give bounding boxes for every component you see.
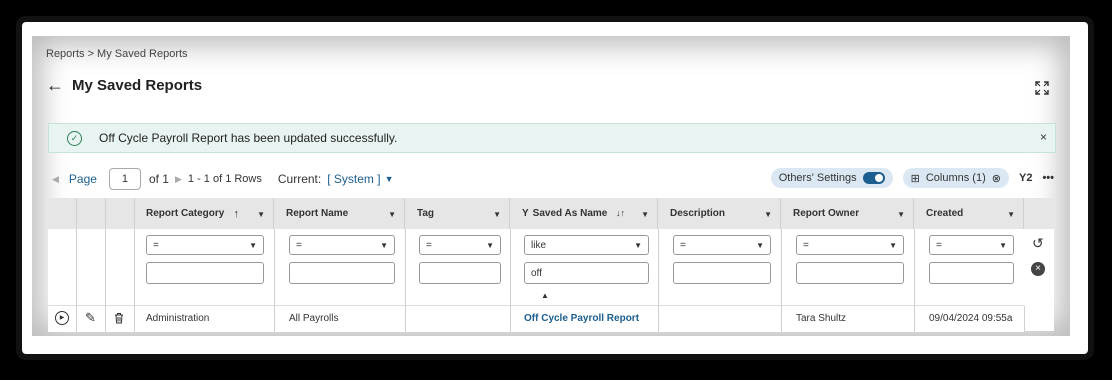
chevron-down-icon: ▼ (249, 241, 257, 250)
filter-operator-description[interactable]: = ▼ (673, 235, 771, 255)
grid-header: Report Category ↑ ▼ Report Name ▼ Tag ▼ … (48, 198, 1054, 229)
next-page-icon[interactable]: ▶ (175, 174, 182, 185)
others-settings-label: Others' Settings (778, 172, 857, 184)
cell-owner: Tara Shultz (796, 313, 847, 324)
col-report-owner[interactable]: Report Owner ▼ (781, 198, 914, 229)
chevron-down-icon[interactable]: ▼ (257, 210, 265, 219)
close-icon[interactable]: × (1040, 130, 1047, 144)
chevron-down-icon: ▼ (999, 241, 1007, 250)
back-arrow-icon[interactable]: ← (46, 76, 64, 94)
others-settings-toggle[interactable] (862, 172, 885, 184)
filter-operator-created[interactable]: = ▼ (929, 235, 1014, 255)
tooltip-caret-icon: ▲ (541, 291, 549, 300)
filter-input-report-name[interactable] (289, 262, 395, 284)
expand-icon[interactable] (1034, 80, 1050, 96)
cell-report-name: All Payrolls (289, 313, 339, 324)
clear-columns-icon[interactable]: ⊗ (992, 172, 1001, 185)
edit-pencil-icon[interactable]: ✎ (85, 310, 96, 326)
chevron-down-icon[interactable]: ▼ (388, 210, 396, 219)
filter-icon: Y (522, 208, 529, 219)
reset-icon[interactable]: ↺ (1032, 235, 1044, 252)
filter-input-created[interactable] (929, 262, 1014, 284)
filter-input-saved-as[interactable]: off (524, 262, 649, 284)
col-tag[interactable]: Tag ▼ (405, 198, 510, 229)
saved-report-link[interactable]: Off Cycle Payroll Report (524, 306, 639, 332)
col-report-category[interactable]: Report Category ↑ ▼ (134, 198, 274, 229)
others-settings-chip[interactable]: Others' Settings (770, 168, 893, 188)
col-report-name[interactable]: Report Name ▼ (274, 198, 405, 229)
page-input[interactable]: 1 (108, 168, 141, 190)
prev-page-icon[interactable]: ◀ (52, 174, 59, 185)
filter-input-description[interactable] (673, 262, 771, 284)
clear-filters-icon[interactable]: × (1031, 262, 1045, 276)
chevron-down-icon: ▼ (486, 241, 494, 250)
columns-icon: ⊞ (910, 172, 920, 185)
chevron-down-icon[interactable]: ▼ (764, 210, 772, 219)
filter-actions: ↺ × (1024, 229, 1054, 331)
page-of: of 1 (148, 172, 169, 186)
filter-operator-category[interactable]: = ▼ (146, 235, 264, 255)
chevron-down-icon[interactable]: ▼ (641, 210, 649, 219)
col-created[interactable]: Created ▼ (914, 198, 1024, 229)
chevron-down-icon[interactable]: ▼ (385, 174, 394, 184)
cell-created: 09/04/2024 09:55a (929, 313, 1013, 324)
page-label: Page (68, 172, 97, 186)
table-row[interactable]: ▶ ✎ Administration All Payrolls Off Cycl… (48, 305, 1025, 332)
chevron-down-icon: ▼ (756, 241, 764, 250)
row-count: 1 - 1 of 1 Rows (187, 173, 262, 185)
filter-operator-report-name[interactable]: = ▼ (289, 235, 395, 255)
filter-operator-owner[interactable]: = ▼ (796, 235, 904, 255)
toast-message: Off Cycle Payroll Report has been update… (99, 131, 398, 145)
filter-input-tag[interactable] (419, 262, 501, 284)
chevron-down-icon: ▼ (634, 241, 642, 250)
page-title: My Saved Reports (72, 76, 203, 94)
sort-icon[interactable]: ↓↑ (616, 208, 625, 218)
success-toast: ✓ Off Cycle Payroll Report has been upda… (48, 123, 1056, 153)
sort-asc-icon[interactable]: ↑ (234, 208, 240, 220)
grid-tools: Others' Settings ⊞ Columns (1) ⊗ Y2 ••• (770, 168, 1054, 188)
filter-operator-saved-as[interactable]: like ▼ (524, 235, 649, 255)
columns-label: Columns (1) (925, 172, 986, 184)
chevron-down-icon: ▼ (889, 241, 897, 250)
filter-input-category[interactable] (146, 262, 264, 284)
check-circle-icon: ✓ (67, 130, 82, 146)
report-grid: Report Category ↑ ▼ Report Name ▼ Tag ▼ … (48, 198, 1054, 332)
chevron-down-icon[interactable]: ▼ (897, 210, 905, 219)
filter-icon[interactable]: Y2 (1019, 172, 1032, 184)
pager: ◀ Page 1 of 1 ▶ 1 - 1 of 1 Rows Current:… (52, 168, 394, 190)
columns-chip[interactable]: ⊞ Columns (1) ⊗ (902, 168, 1009, 188)
chevron-down-icon[interactable]: ▼ (493, 210, 501, 219)
col-saved-as-name[interactable]: Y Saved As Name ↓↑ ▼ (510, 198, 658, 229)
col-description[interactable]: Description ▼ (658, 198, 781, 229)
trash-icon[interactable] (114, 311, 124, 324)
filter-row: = ▼ = ▼ = ▼ like ▼ off ▲ = ▼ = ▼ = ▼ (48, 229, 1025, 305)
filter-count: 2 (1026, 172, 1033, 184)
chevron-down-icon[interactable]: ▼ (1007, 210, 1015, 219)
filter-input-owner[interactable] (796, 262, 904, 284)
chevron-down-icon: ▼ (380, 241, 388, 250)
breadcrumb[interactable]: Reports > My Saved Reports (46, 48, 188, 60)
cell-category: Administration (146, 313, 210, 324)
filter-operator-tag[interactable]: = ▼ (419, 235, 501, 255)
page: Reports > My Saved Reports ← My Saved Re… (32, 36, 1070, 336)
title-row: ← My Saved Reports (46, 76, 202, 94)
run-icon[interactable]: ▶ (55, 311, 69, 325)
current-label: Current: (277, 172, 322, 186)
more-options-icon[interactable]: ••• (1042, 172, 1054, 184)
current-view-dropdown[interactable]: [ System ] (327, 172, 380, 186)
